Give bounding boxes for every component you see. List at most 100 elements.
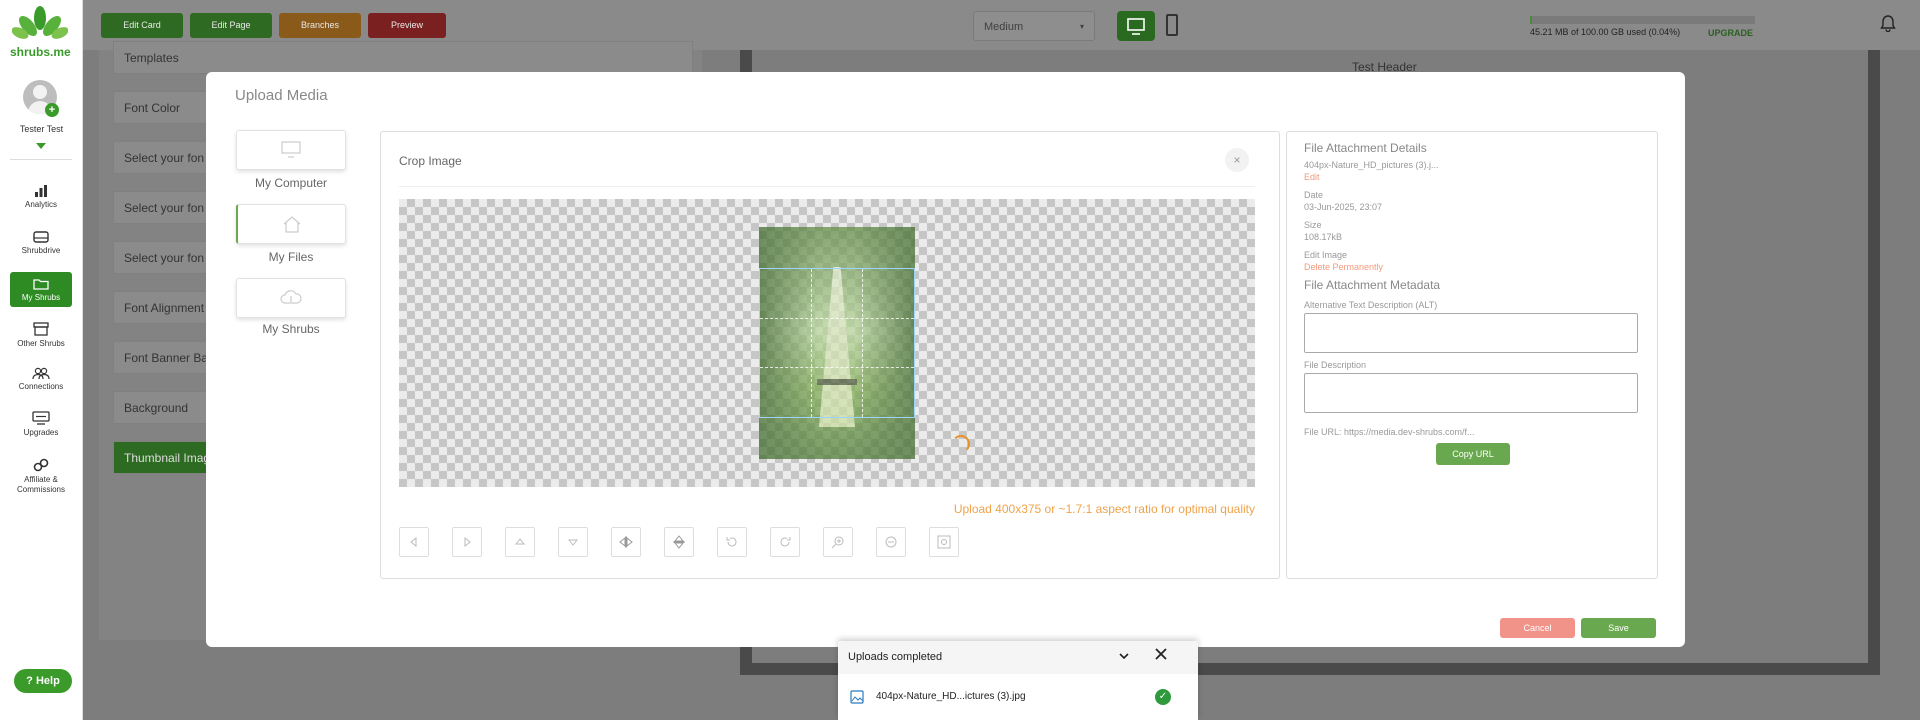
alt-text-input[interactable] (1304, 313, 1638, 353)
move-left-icon (410, 536, 417, 548)
rotate-left-button[interactable] (717, 527, 747, 557)
reset-button[interactable] (929, 527, 959, 557)
move-left-button[interactable] (399, 527, 429, 557)
close-icon[interactable] (1154, 647, 1168, 661)
flip-vertical-icon (673, 535, 685, 549)
flip-horizontal-icon (619, 536, 633, 548)
delete-permanently-link[interactable]: Delete Permanently (1304, 262, 1383, 272)
sidebar-item-label: Shrubdrive (21, 246, 61, 255)
sidebar-item-connections[interactable]: Connections (10, 367, 72, 392)
sidebar: shrubs.me + Tester Test Analytics Shrubd… (0, 0, 83, 720)
rotate-right-icon (780, 537, 791, 547)
crop-image-panel: Crop Image × Upload 400x375 or ~1.7:1 as… (380, 131, 1280, 579)
move-up-icon (514, 538, 526, 545)
sidebar-item-label: Connections (18, 382, 64, 391)
size-label: Size (1304, 220, 1322, 230)
crop-canvas[interactable] (399, 199, 1255, 487)
toast-header: Uploads completed (838, 641, 1198, 674)
sidebar-divider (10, 159, 72, 160)
my-files-button[interactable] (236, 204, 346, 244)
divider (399, 186, 1255, 187)
upgrade-icon (32, 411, 50, 425)
rotate-left-icon (726, 537, 737, 547)
my-shrubs-button[interactable] (236, 278, 346, 318)
my-computer-button[interactable] (236, 130, 346, 170)
move-down-icon (567, 539, 579, 546)
link-icon (33, 458, 49, 472)
preview-button[interactable]: Preview (368, 13, 446, 38)
file-name: 404px-Nature_HD_pictures (3).j... (1304, 160, 1439, 170)
loading-spinner-icon (952, 435, 970, 453)
date-label: Date (1304, 190, 1324, 200)
check-icon: ✓ (1155, 689, 1171, 705)
move-right-icon (464, 536, 471, 548)
sidebar-item-label: Analytics (24, 200, 57, 209)
sidebar-item-label: My Shrubs (21, 293, 61, 302)
edit-link[interactable]: Edit (1304, 172, 1320, 182)
size-select[interactable]: Medium ▾ (973, 11, 1095, 41)
flip-horizontal-button[interactable] (611, 527, 641, 557)
size-select-value: Medium (984, 21, 1024, 33)
sidebar-item-label: Affiliate & Commissions (16, 475, 65, 494)
user-menu-caret-icon[interactable] (36, 143, 46, 149)
sidebar-item-my-shrubs[interactable]: My Shrubs (10, 272, 72, 307)
file-description-label: File Description (1304, 360, 1367, 370)
file-url: File URL: https://media.dev-shrubs.com/f… (1304, 427, 1475, 437)
branches-button[interactable]: Branches (279, 13, 361, 38)
my-computer-label: My Computer (254, 176, 328, 190)
chevron-down-icon[interactable] (1118, 650, 1130, 662)
crop-close-button[interactable]: × (1225, 148, 1249, 172)
mobile-view-button[interactable] (1166, 14, 1178, 36)
crop-title: Crop Image (399, 154, 462, 168)
zoom-in-button[interactable] (823, 527, 853, 557)
reset-icon (937, 535, 951, 549)
sidebar-item-other-shrubs[interactable]: Other Shrubs (10, 322, 72, 349)
file-details-heading: File Attachment Details (1304, 141, 1427, 155)
help-button[interactable]: ? Help (14, 669, 72, 693)
crop-selection[interactable] (759, 268, 915, 418)
archive-icon (33, 322, 49, 336)
desktop-view-button[interactable] (1117, 11, 1155, 41)
file-description-input[interactable] (1304, 373, 1638, 413)
uploaded-file-name: 404px-Nature_HD...ictures (3).jpg (876, 691, 1026, 702)
image-file-icon (850, 690, 864, 704)
brand-logo[interactable]: shrubs.me (10, 6, 71, 59)
flip-vertical-button[interactable] (664, 527, 694, 557)
zoom-in-icon (831, 536, 844, 549)
sidebar-item-upgrades[interactable]: Upgrades (10, 411, 72, 438)
rotate-right-button[interactable] (770, 527, 800, 557)
alt-text-label: Alternative Text Description (ALT) (1304, 300, 1438, 310)
computer-icon (281, 141, 301, 158)
users-icon (32, 367, 50, 379)
save-button[interactable]: Save (1581, 618, 1656, 638)
file-metadata-heading: File Attachment Metadata (1304, 278, 1441, 292)
storage-progress-bar (1530, 16, 1755, 24)
bg-row-templates: Templates (113, 41, 693, 74)
move-up-button[interactable] (505, 527, 535, 557)
uploads-toast: Uploads completed 404px-Nature_HD...ictu… (838, 641, 1198, 720)
sidebar-item-affiliate[interactable]: Affiliate & Commissions (10, 458, 72, 495)
move-down-button[interactable] (558, 527, 588, 557)
sidebar-item-label: Upgrades (23, 428, 59, 437)
edit-image-label[interactable]: Edit Image (1304, 250, 1347, 260)
bell-icon[interactable] (1880, 14, 1896, 32)
cloud-upload-icon (280, 290, 302, 304)
home-icon (283, 216, 300, 233)
my-files-label: My Files (268, 250, 314, 264)
sidebar-item-analytics[interactable]: Analytics (10, 185, 72, 210)
zoom-out-button[interactable] (876, 527, 906, 557)
sidebar-item-shrubdrive[interactable]: Shrubdrive (10, 231, 72, 256)
sidebar-item-label: Other Shrubs (17, 339, 65, 348)
folder-icon (33, 279, 49, 290)
help-label: Help (35, 675, 60, 687)
copy-url-button[interactable]: Copy URL (1436, 443, 1510, 465)
cancel-button[interactable]: Cancel (1500, 618, 1575, 638)
file-details-panel: File Attachment Details 404px-Nature_HD_… (1286, 131, 1658, 579)
move-right-button[interactable] (452, 527, 482, 557)
crop-hint: Upload 400x375 or ~1.7:1 aspect ratio fo… (953, 502, 1255, 516)
edit-page-button[interactable]: Edit Page (190, 13, 272, 38)
add-profile-icon[interactable]: + (45, 103, 59, 117)
upgrade-link[interactable]: UPGRADE (1708, 28, 1753, 38)
date-value: 03-Jun-2025, 23:07 (1304, 202, 1383, 212)
edit-card-button[interactable]: Edit Card (101, 13, 183, 38)
